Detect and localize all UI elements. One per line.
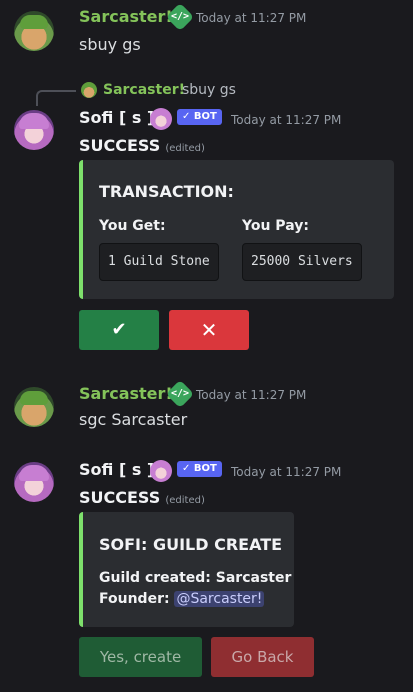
- transaction-embed: TRANSACTION: You Get: You Pay: 1 Guild S…: [79, 160, 394, 299]
- reply-author[interactable]: Sarcaster!: [103, 82, 185, 98]
- user-mention[interactable]: @Sarcaster!: [174, 591, 265, 607]
- timestamp: Today at 11:27 PM: [196, 11, 307, 25]
- edited-label: (edited): [165, 495, 205, 506]
- field-you-pay-label: You Pay:: [242, 218, 309, 234]
- founder-line: Founder: @Sarcaster!: [99, 591, 265, 607]
- reply-connector: [36, 90, 76, 106]
- go-back-button[interactable]: Go Back: [211, 637, 314, 677]
- message-text: sgc Sarcaster: [79, 410, 188, 429]
- timestamp: Today at 11:27 PM: [231, 465, 342, 479]
- dev-badge-icon: </>: [165, 2, 195, 32]
- guild-created-line: Guild created: Sarcaster: [99, 570, 292, 586]
- role-icon: [150, 108, 172, 130]
- founder-label: Founder:: [99, 591, 170, 607]
- confirm-button[interactable]: ✔: [79, 310, 159, 350]
- avatar[interactable]: [14, 462, 54, 502]
- go-back-label: Go Back: [231, 648, 294, 666]
- yes-create-label: Yes, create: [99, 648, 182, 666]
- avatar[interactable]: [14, 110, 54, 150]
- check-icon: ✔: [111, 319, 127, 340]
- embed-title: TRANSACTION:: [99, 182, 234, 201]
- success-text: SUCCESS: [79, 488, 161, 507]
- success-heading: SUCCESS (edited): [79, 136, 205, 155]
- role-icon: [150, 460, 172, 482]
- bot-tag: ✓ BOT: [177, 461, 222, 477]
- author-name[interactable]: Sofi [ s ]: [79, 460, 154, 479]
- avatar[interactable]: [14, 387, 54, 427]
- embed-title: SOFI: GUILD CREATE: [99, 535, 283, 554]
- close-icon: ✕: [200, 318, 218, 342]
- success-heading: SUCCESS (edited): [79, 488, 205, 507]
- field-you-pay-value: 25000 Silvers: [242, 243, 362, 281]
- author-name[interactable]: Sarcaster!: [79, 7, 173, 26]
- edited-label: (edited): [165, 143, 205, 154]
- field-you-get-value: 1 Guild Stone: [99, 243, 219, 281]
- yes-create-button[interactable]: Yes, create: [79, 637, 202, 677]
- reply-avatar: [81, 82, 97, 98]
- avatar[interactable]: [14, 11, 54, 51]
- bot-tag: ✓ BOT: [177, 109, 222, 125]
- dev-badge-icon: </>: [165, 379, 195, 409]
- author-name[interactable]: Sarcaster!: [79, 384, 173, 403]
- field-you-get-label: You Get:: [99, 218, 166, 234]
- reply-preview[interactable]: sbuy gs: [182, 82, 236, 98]
- timestamp: Today at 11:27 PM: [231, 113, 342, 127]
- success-text: SUCCESS: [79, 136, 161, 155]
- message-text: sbuy gs: [79, 35, 141, 54]
- cancel-button[interactable]: ✕: [169, 310, 249, 350]
- author-name[interactable]: Sofi [ s ]: [79, 108, 154, 127]
- guild-create-embed: SOFI: GUILD CREATE Guild created: Sarcas…: [79, 512, 294, 627]
- timestamp: Today at 11:27 PM: [196, 388, 307, 402]
